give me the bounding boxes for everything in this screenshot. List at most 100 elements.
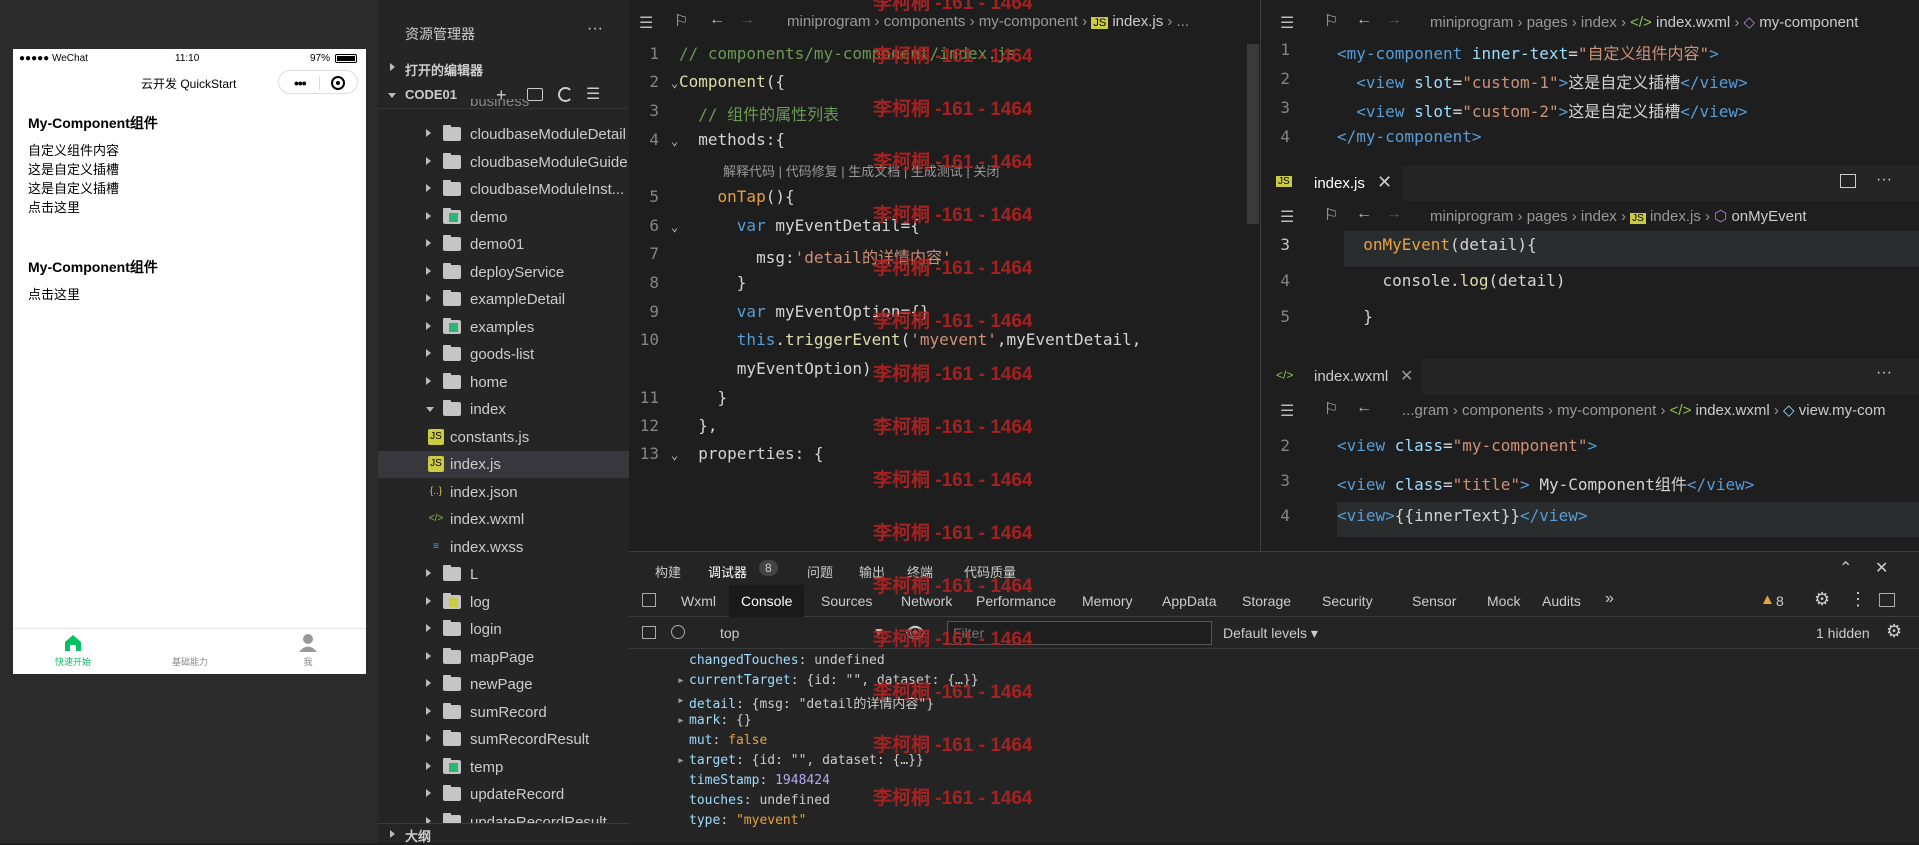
folder-item[interactable]: L [378, 561, 629, 588]
tab-basic[interactable]: 基础能力 [145, 633, 235, 668]
code-line[interactable]: </my-component> [1337, 127, 1482, 146]
code-line[interactable]: <view>{{innerText}}</view> [1337, 506, 1587, 525]
bookmark-icon[interactable]: ⚐ [1324, 11, 1338, 31]
code-line[interactable]: }, [679, 416, 717, 435]
folder-item[interactable]: exampleDetail [378, 286, 629, 313]
folder-item[interactable]: sumRecord [378, 699, 629, 726]
console-property[interactable]: ▸ detail: {msg: "detail的详情内容"} [677, 693, 934, 712]
devtools-tab-appdata[interactable]: AppData [1150, 585, 1228, 617]
file-item[interactable]: JS index.js [378, 451, 629, 478]
devtools-tab-sensor[interactable]: Sensor [1400, 585, 1468, 617]
folder-item[interactable]: newPage [378, 671, 629, 698]
sidebar-toggle-icon[interactable] [642, 626, 656, 639]
inspect-icon[interactable] [642, 593, 656, 607]
folder-item[interactable]: demo01 [378, 231, 629, 258]
more-icon[interactable]: ··· [1876, 364, 1892, 382]
editor-tab-index-js[interactable]: JS index.js ✕ [1262, 166, 1402, 201]
panel-tab-problems[interactable]: 问题 [807, 562, 833, 581]
forward-icon[interactable]: → [1386, 205, 1402, 223]
devtools-tab-console[interactable]: Console [729, 585, 805, 617]
more-tabs-icon[interactable]: » [1605, 590, 1614, 608]
code-line[interactable]: onTap(){ [679, 187, 795, 206]
code-line[interactable]: onMyEvent(detail){ [1344, 235, 1536, 254]
editor-main[interactable]: ☰ ⚐ ← → miniprogram › components › my-co… [629, 0, 1261, 551]
devtools-tab-sources[interactable]: Sources [809, 585, 884, 617]
panel-tab-debugger[interactable]: 调试器 [708, 562, 747, 581]
console-output[interactable]: changedTouches: undefined ▸ currentTarget:… [629, 649, 1919, 843]
scrollbar[interactable] [1247, 44, 1259, 224]
console-property[interactable]: ▸ target: {id: "", dataset: {…}} [677, 753, 924, 768]
code-area[interactable]: 1 <my-component inner-text="自定义组件内容"> 2 <v… [1262, 40, 1919, 166]
clear-console-icon[interactable] [671, 625, 685, 639]
close-mini-icon[interactable] [331, 76, 345, 90]
folder-item[interactable]: cloudbaseModuleInst... [378, 176, 629, 203]
code-line[interactable]: <view class="title"> My-Component组件</vie… [1337, 471, 1754, 495]
devtools-tab-mock[interactable]: Mock [1475, 585, 1532, 617]
folder-item[interactable]: goods-list [378, 341, 629, 368]
bookmark-icon[interactable]: ⚐ [1324, 399, 1338, 419]
list-icon[interactable]: ☰ [639, 13, 653, 33]
code-line[interactable]: methods:{ [679, 130, 785, 149]
file-item[interactable]: {..} index.json [378, 479, 629, 506]
log-levels-select[interactable]: Default levels ▾ [1223, 625, 1318, 642]
codelens-actions[interactable]: 解释代码 | 代码修复 | 生成文档 | 生成测试 | 关闭 [723, 161, 999, 180]
console-property[interactable]: mut: false [689, 733, 767, 748]
file-item[interactable]: ≡ index.wxss [378, 534, 629, 561]
close-panel-icon[interactable]: ✕ [1875, 558, 1888, 578]
forward-icon[interactable]: → [1386, 11, 1402, 29]
file-item[interactable]: </> index.wxml [378, 506, 629, 533]
code-area[interactable]: 1 // components/my-component/index.js 2 Com… [629, 44, 1261, 551]
back-icon[interactable]: ← [709, 11, 725, 29]
capsule-menu[interactable]: ••• [278, 70, 358, 94]
fold-chevron-icon[interactable]: ⌄ [671, 448, 678, 462]
more-icon[interactable]: ··· [1876, 171, 1892, 189]
folder-item[interactable]: home [378, 369, 629, 396]
folder-item[interactable]: log [378, 589, 629, 616]
folder-item[interactable]: demo [378, 204, 629, 231]
code-line[interactable]: <view slot="custom-2">这是自定义插槽</view> [1337, 98, 1747, 122]
panel-tab-build[interactable]: 构建 [655, 562, 681, 581]
bookmark-icon[interactable]: ⚐ [674, 11, 688, 31]
close-icon[interactable]: ✕ [1377, 172, 1392, 193]
folder-item[interactable]: cloudbaseModuleDetail [378, 121, 629, 148]
code-line[interactable]: } [679, 273, 747, 292]
folder-item[interactable]: deployService [378, 259, 629, 286]
devtools-tab-security[interactable]: Security [1310, 585, 1385, 617]
devtools-tab-wxml[interactable]: Wxml [669, 585, 728, 617]
more-icon[interactable]: ··· [587, 20, 603, 38]
code-line[interactable]: <view class="my-component"> [1337, 436, 1597, 455]
devtools-tab-memory[interactable]: Memory [1070, 585, 1145, 617]
code-line[interactable]: this.triggerEvent('myevent',myEventDetai… [679, 330, 1142, 349]
devtools-tab-network[interactable]: Network [889, 585, 964, 617]
code-area[interactable]: 2 <view class="my-component"> 3 <view class… [1262, 426, 1919, 551]
devtools-tab-audits[interactable]: Audits [1530, 585, 1593, 617]
phone-screen[interactable]: ●●●●● WeChat 11:10 97% 云开发 QuickStart ••… [13, 49, 366, 674]
code-line[interactable]: var myEventOption={} [679, 302, 930, 321]
fold-chevron-icon[interactable]: ⌄ [671, 76, 678, 90]
folder-item[interactable]: examples [378, 314, 629, 341]
tab-me[interactable]: 我 [263, 633, 353, 668]
console-property[interactable]: ▸ mark: {} [677, 713, 752, 728]
folder-item[interactable]: temp [378, 754, 629, 781]
gear-icon[interactable]: ⚙ [1886, 621, 1902, 642]
console-property[interactable]: changedTouches: undefined [689, 653, 885, 668]
close-icon[interactable]: ✕ [1400, 366, 1413, 386]
panel-tab-output[interactable]: 输出 [859, 562, 885, 581]
fold-chevron-icon[interactable]: ⌄ [671, 134, 678, 148]
list-icon[interactable]: ☰ [1280, 13, 1294, 33]
back-icon[interactable]: ← [1356, 205, 1372, 223]
warning-count[interactable]: 8 [1776, 593, 1784, 609]
maximize-icon[interactable]: ⌃ [1839, 558, 1852, 578]
code-line[interactable]: // components/my-component/index.js [679, 44, 1016, 63]
folder-item[interactable]: mapPage [378, 644, 629, 671]
outline-section[interactable]: 大纲 [378, 823, 629, 844]
forward-icon[interactable]: → [739, 11, 755, 29]
code-line[interactable]: Component({ [679, 72, 785, 91]
context-select[interactable]: top [720, 625, 739, 641]
breadcrumb[interactable]: miniprogram › pages › index › </> index.… [1430, 13, 1858, 31]
tap-here-link[interactable]: 点击这里 [28, 198, 351, 217]
code-line[interactable]: } [1344, 307, 1373, 326]
eye-icon[interactable]: 👁 [905, 623, 925, 643]
folder-item[interactable]: updateRecord [378, 781, 629, 808]
panel-tab-quality[interactable]: 代码质量 [964, 562, 1016, 581]
